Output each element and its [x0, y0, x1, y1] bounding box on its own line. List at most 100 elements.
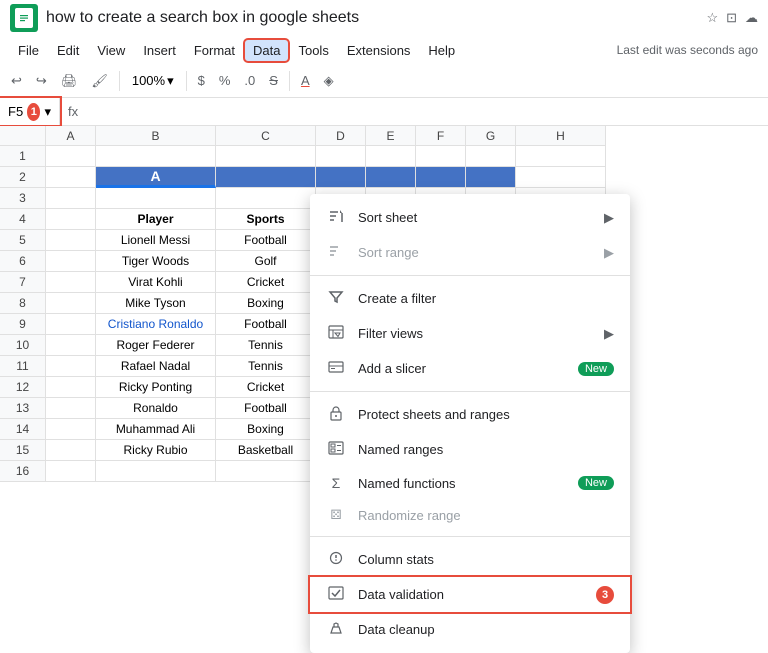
cell-a12[interactable] [46, 377, 96, 398]
cell-b4[interactable]: Player [96, 209, 216, 230]
menu-create-filter[interactable]: Create a filter [310, 281, 630, 316]
cell-a5[interactable] [46, 230, 96, 251]
cell-b11[interactable]: Rafael Nadal [96, 356, 216, 377]
cell-a9[interactable] [46, 314, 96, 335]
cell-h2[interactable] [516, 167, 606, 188]
menu-sort-sheet[interactable]: Sort sheet ▶ [310, 200, 630, 235]
cell-c8[interactable]: Boxing [216, 293, 316, 314]
cell-c9[interactable]: Football [216, 314, 316, 335]
cell-c15[interactable]: Basketball [216, 440, 316, 461]
cell-b10[interactable]: Roger Federer [96, 335, 216, 356]
format-decimal-button[interactable]: .0 [239, 69, 260, 92]
col-header-f[interactable]: F [416, 126, 466, 146]
print-button[interactable]: 🖨 [56, 69, 83, 93]
paint-format-button[interactable]: 🖌 [86, 69, 113, 93]
cell-c10[interactable]: Tennis [216, 335, 316, 356]
zoom-control[interactable]: 100% ▾ [126, 71, 180, 91]
star-icon[interactable]: ☆ [706, 10, 718, 26]
menu-edit[interactable]: Edit [49, 40, 87, 61]
cell-g2[interactable] [466, 167, 516, 188]
cell-c13[interactable]: Football [216, 398, 316, 419]
cell-ref-dropdown[interactable]: ▾ [44, 104, 51, 120]
cell-b7[interactable]: Virat Kohli [96, 272, 216, 293]
col-header-b[interactable]: B [96, 126, 216, 146]
menu-tools[interactable]: Tools [290, 40, 336, 61]
col-header-a[interactable]: A [46, 126, 96, 146]
cell-a16[interactable] [46, 461, 96, 482]
cell-a11[interactable] [46, 356, 96, 377]
cell-c5[interactable]: Football [216, 230, 316, 251]
menu-data-validation[interactable]: Data validation 3 [310, 577, 630, 612]
cell-reference-box[interactable]: F5 1 ▾ [0, 98, 60, 125]
cell-b14[interactable]: Muhammad Ali [96, 419, 216, 440]
cell-a14[interactable] [46, 419, 96, 440]
col-header-g[interactable]: G [466, 126, 516, 146]
cell-c14[interactable]: Boxing [216, 419, 316, 440]
cell-b12[interactable]: Ricky Ponting [96, 377, 216, 398]
cell-b3[interactable] [96, 188, 216, 209]
cell-c16[interactable] [216, 461, 316, 482]
cell-c3[interactable] [216, 188, 316, 209]
cell-b9[interactable]: Cristiano Ronaldo [96, 314, 216, 335]
text-color-button[interactable]: A [296, 69, 315, 92]
cell-c11[interactable]: Tennis [216, 356, 316, 377]
menu-format[interactable]: Format [186, 40, 243, 61]
cell-a7[interactable] [46, 272, 96, 293]
menu-data-cleanup[interactable]: Data cleanup [310, 612, 630, 647]
cell-a3[interactable] [46, 188, 96, 209]
cell-c7[interactable]: Cricket [216, 272, 316, 293]
col-header-d[interactable]: D [316, 126, 366, 146]
cell-e2[interactable] [366, 167, 416, 188]
undo-button[interactable]: ↩ [6, 69, 27, 93]
cell-c4[interactable]: Sports [216, 209, 316, 230]
menu-named-functions[interactable]: Σ Named functions New [310, 467, 630, 499]
col-header-c[interactable]: C [216, 126, 316, 146]
cell-b8[interactable]: Mike Tyson [96, 293, 216, 314]
cell-a13[interactable] [46, 398, 96, 419]
menu-insert[interactable]: Insert [135, 40, 184, 61]
cell-b2[interactable]: A [96, 167, 216, 188]
menu-help[interactable]: Help [420, 40, 463, 61]
cell-c6[interactable]: Golf [216, 251, 316, 272]
menu-column-stats[interactable]: Column stats [310, 542, 630, 577]
menu-filter-views[interactable]: Filter views ▶ [310, 316, 630, 351]
cell-g1[interactable] [466, 146, 516, 167]
cloud-icon[interactable]: ☁ [745, 10, 758, 26]
cell-e1[interactable] [366, 146, 416, 167]
format-percent-button[interactable]: % [214, 69, 236, 92]
cell-c2[interactable] [216, 167, 316, 188]
cell-f1[interactable] [416, 146, 466, 167]
menu-data[interactable]: Data [245, 40, 288, 61]
menu-extensions[interactable]: Extensions [339, 40, 419, 61]
menu-named-ranges[interactable]: Named ranges [310, 432, 630, 467]
cell-b15[interactable]: Ricky Rubio [96, 440, 216, 461]
cell-b6[interactable]: Tiger Woods [96, 251, 216, 272]
folder-icon[interactable]: ⊡ [726, 10, 737, 26]
cell-a6[interactable] [46, 251, 96, 272]
cell-a10[interactable] [46, 335, 96, 356]
cell-a1[interactable] [46, 146, 96, 167]
cell-c12[interactable]: Cricket [216, 377, 316, 398]
cell-f2[interactable] [416, 167, 466, 188]
strikethrough-button[interactable]: S [264, 69, 283, 92]
cell-b16[interactable] [96, 461, 216, 482]
cell-a8[interactable] [46, 293, 96, 314]
menu-view[interactable]: View [89, 40, 133, 61]
fill-color-button[interactable]: ◈ [319, 69, 339, 93]
col-header-e[interactable]: E [366, 126, 416, 146]
cell-c1[interactable] [216, 146, 316, 167]
cell-a4[interactable] [46, 209, 96, 230]
col-header-h[interactable]: H [516, 126, 606, 146]
cell-d1[interactable] [316, 146, 366, 167]
menu-add-slicer[interactable]: Add a slicer New [310, 351, 630, 386]
menu-file[interactable]: File [10, 40, 47, 61]
cell-b1[interactable] [96, 146, 216, 167]
formula-input[interactable] [86, 104, 768, 119]
menu-randomize-range[interactable]: ⚄ Randomize range [310, 499, 630, 531]
redo-button[interactable]: ↪ [31, 69, 52, 93]
menu-sort-range[interactable]: Sort range ▶ [310, 235, 630, 270]
cell-b5[interactable]: Lionell Messi [96, 230, 216, 251]
cell-a2[interactable] [46, 167, 96, 188]
cell-d2[interactable] [316, 167, 366, 188]
format-dollar-button[interactable]: $ [193, 69, 210, 92]
